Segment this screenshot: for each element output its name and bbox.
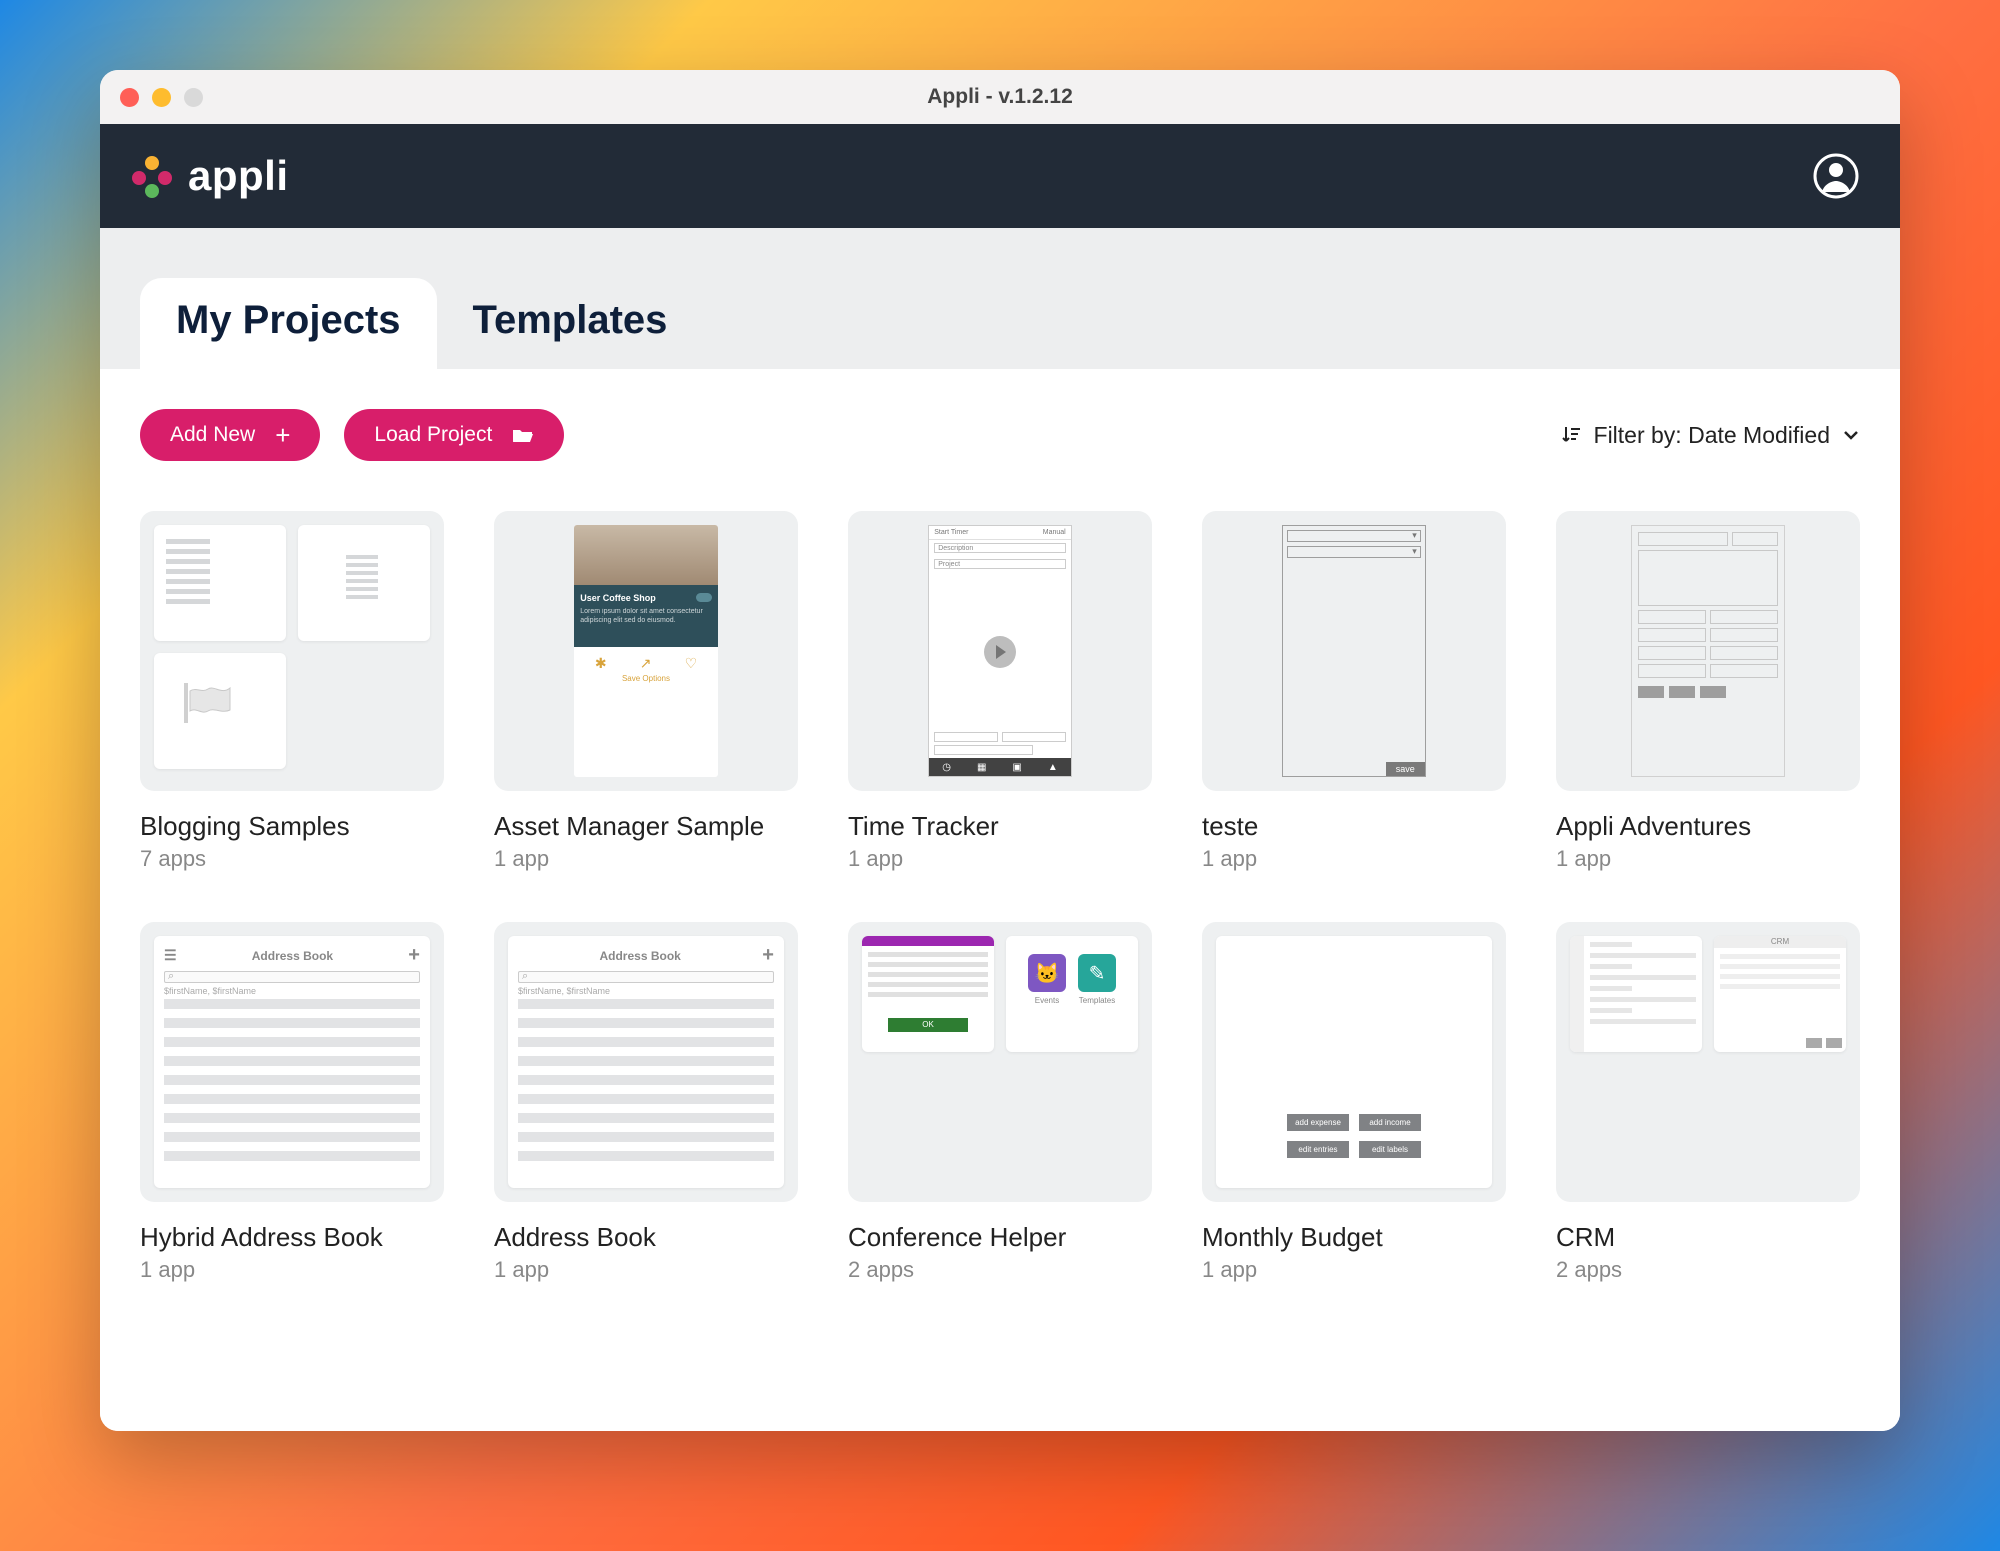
project-title: Time Tracker (848, 811, 1152, 842)
logo-icon (130, 154, 174, 198)
project-card-conference-helper[interactable]: OK 🐱Events ✎Templates Conference Helper … (848, 922, 1152, 1283)
project-thumb: User Coffee Shop Lorem ipsum dolor sit a… (494, 511, 798, 791)
load-project-button[interactable]: Load Project (344, 409, 564, 461)
project-card-hybrid-address-book[interactable]: ☰Address Book+ $firstName, $firstName Hy… (140, 922, 444, 1283)
window-title: Appli - v.1.2.12 (100, 85, 1900, 109)
tab-bar: My Projects Templates (100, 228, 1900, 369)
project-sub: 2 apps (848, 1257, 1152, 1283)
menu-icon: ☰ (164, 947, 177, 964)
filter-dropdown[interactable]: Filter by: Date Modified (1560, 422, 1860, 449)
chevron-down-icon (1842, 426, 1860, 444)
project-title: Appli Adventures (1556, 811, 1860, 842)
project-title: CRM (1556, 1222, 1860, 1253)
brand-name: appli (188, 152, 289, 200)
project-sub: 2 apps (1556, 1257, 1860, 1283)
project-title: Monthly Budget (1202, 1222, 1506, 1253)
thumb-crm-header: CRM (1714, 936, 1846, 948)
project-card-monthly-budget[interactable]: add expenseadd income edit entriesedit l… (1202, 922, 1506, 1283)
projects-grid: Blogging Samples 7 apps User Coffee Shop… (140, 511, 1860, 1283)
project-thumb: CRM (1556, 922, 1860, 1202)
project-card-address-book[interactable]: Address Book+ $firstName, $firstName Add… (494, 922, 798, 1283)
thumb-events: Events (1027, 996, 1067, 1005)
content-area: My Projects Templates Add New + Load Pro… (100, 228, 1900, 1431)
thumb-templates: Templates (1077, 996, 1117, 1005)
thumb-header: Address Book (252, 949, 333, 963)
sort-icon (1560, 424, 1582, 446)
project-sub: 1 app (848, 846, 1152, 872)
project-card-time-tracker[interactable]: Start TimerManual Description Project ◷▦… (848, 511, 1152, 872)
project-card-teste[interactable]: save teste 1 app (1202, 511, 1506, 872)
plus-icon: + (275, 422, 290, 448)
app-window: Appli - v.1.2.12 appli My Projects Templ… (100, 70, 1900, 1431)
thumb-save: save (1386, 762, 1425, 776)
project-thumb (140, 511, 444, 791)
thumb-sublabel: Save Options (574, 674, 718, 689)
project-thumb: OK 🐱Events ✎Templates (848, 922, 1152, 1202)
project-sub: 7 apps (140, 846, 444, 872)
project-thumb: Address Book+ $firstName, $firstName (494, 922, 798, 1202)
thumb-title: User Coffee Shop (580, 593, 712, 603)
project-thumb (1556, 511, 1860, 791)
brand-logo: appli (130, 152, 289, 200)
project-title: Asset Manager Sample (494, 811, 798, 842)
thumb-field: Description (934, 543, 1066, 553)
project-sub: 1 app (1202, 846, 1506, 872)
projects-panel: Add New + Load Project Filter by: Date (100, 369, 1900, 1431)
thumb-header: Address Book (599, 949, 680, 963)
project-sub: 1 app (1556, 846, 1860, 872)
add-new-label: Add New (170, 423, 255, 447)
project-card-blogging-samples[interactable]: Blogging Samples 7 apps (140, 511, 444, 872)
project-title: Address Book (494, 1222, 798, 1253)
project-thumb: ☰Address Book+ $firstName, $firstName (140, 922, 444, 1202)
load-project-label: Load Project (374, 423, 492, 447)
project-title: teste (1202, 811, 1506, 842)
project-title: Blogging Samples (140, 811, 444, 842)
project-thumb: save (1202, 511, 1506, 791)
project-card-crm[interactable]: CRM CRM 2 apps (1556, 922, 1860, 1283)
user-account-icon[interactable] (1812, 152, 1860, 200)
filter-label: Filter by: Date Modified (1594, 422, 1830, 449)
titlebar: Appli - v.1.2.12 (100, 70, 1900, 124)
project-thumb: Start TimerManual Description Project ◷▦… (848, 511, 1152, 791)
folder-open-icon (512, 426, 534, 444)
project-sub: 1 app (1202, 1257, 1506, 1283)
project-title: Hybrid Address Book (140, 1222, 444, 1253)
project-card-asset-manager[interactable]: User Coffee Shop Lorem ipsum dolor sit a… (494, 511, 798, 872)
tab-my-projects[interactable]: My Projects (140, 278, 437, 369)
project-sub: 1 app (494, 846, 798, 872)
project-sub: 1 app (140, 1257, 444, 1283)
project-sub: 1 app (494, 1257, 798, 1283)
tab-templates[interactable]: Templates (437, 278, 704, 369)
project-thumb: add expenseadd income edit entriesedit l… (1202, 922, 1506, 1202)
toolbar: Add New + Load Project Filter by: Date (140, 409, 1860, 461)
thumb-field: Project (934, 559, 1066, 569)
project-title: Conference Helper (848, 1222, 1152, 1253)
add-new-button[interactable]: Add New + (140, 409, 320, 461)
project-card-appli-adventures[interactable]: Appli Adventures 1 app (1556, 511, 1860, 872)
app-header: appli (100, 124, 1900, 228)
